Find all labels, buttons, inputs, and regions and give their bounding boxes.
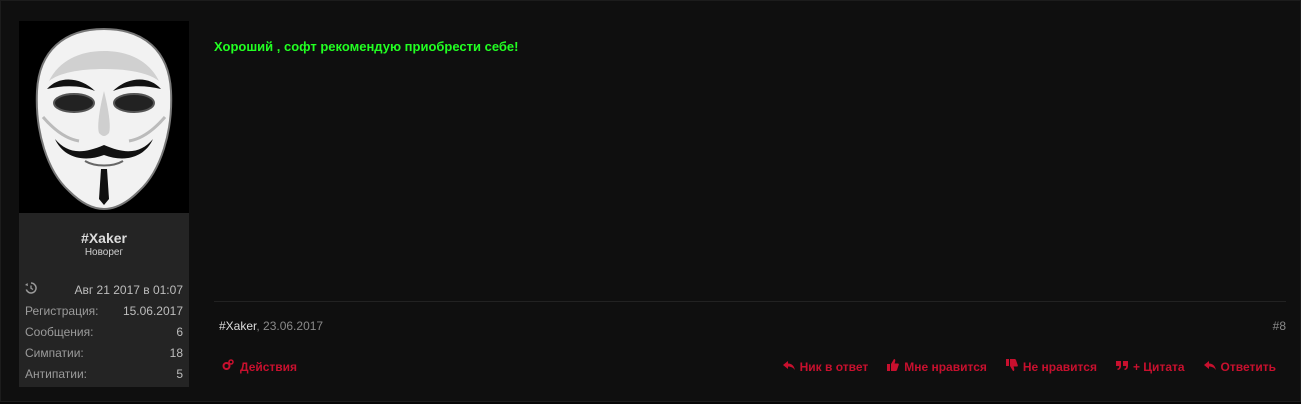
post-number[interactable]: #8 xyxy=(1273,319,1286,333)
like-button[interactable]: Мне нравится xyxy=(887,359,987,374)
quote-icon xyxy=(1115,359,1128,374)
user-stats: Авг 21 2017 в 01:07 Регистрация: 15.06.2… xyxy=(25,279,183,384)
dislike-button[interactable]: Не нравится xyxy=(1005,359,1097,374)
guy-fawkes-mask-avatar-icon xyxy=(35,27,173,211)
user-rank: Новорег xyxy=(84,247,124,258)
reply-label: Ответить xyxy=(1220,359,1276,374)
stat-label: Симпатии: xyxy=(25,345,84,360)
gears-icon xyxy=(222,359,234,374)
thumbs-down-icon xyxy=(1005,359,1018,374)
like-label: Мне нравится xyxy=(904,359,987,374)
stat-messages: Сообщения: 6 xyxy=(25,321,183,342)
post-meta: #Xaker, 23.06.2017 xyxy=(219,319,323,333)
stat-value: 15.06.2017 xyxy=(122,303,183,318)
stat-last-activity: Авг 21 2017 в 01:07 xyxy=(25,279,183,300)
post-container: #Xaker Новорег Авг 21 2017 в 01:07 Регис… xyxy=(0,0,1301,402)
thumbs-up-icon xyxy=(887,359,900,374)
user-avatar[interactable] xyxy=(19,21,189,213)
stat-label: Регистрация: xyxy=(25,303,99,318)
reply-icon xyxy=(1203,359,1216,374)
history-icon xyxy=(25,282,37,297)
divider xyxy=(214,301,1286,302)
quote-label: + Цитата xyxy=(1132,359,1185,374)
tools-button[interactable]: Действия xyxy=(222,359,297,374)
stat-value[interactable]: 6 xyxy=(176,325,183,339)
stat-value: 18 xyxy=(169,345,183,360)
last-activity-value: Авг 21 2017 в 01:07 xyxy=(74,282,183,297)
reply-nick-button[interactable]: Ник в ответ xyxy=(782,359,869,374)
stat-label: Антипатии: xyxy=(25,366,87,381)
stat-dislikes: Антипатии: 5 xyxy=(25,363,183,384)
stat-likes: Симпатии: 18 xyxy=(25,342,183,363)
reply-button[interactable]: Ответить xyxy=(1203,359,1276,374)
stat-registration: Регистрация: 15.06.2017 xyxy=(25,300,183,321)
username[interactable]: #Xaker xyxy=(19,230,189,246)
user-info-block: #Xaker Новорег Авг 21 2017 в 01:07 Регис… xyxy=(19,21,189,387)
post-message: Хороший , софт рекомендую приобрести себ… xyxy=(214,39,519,54)
dislike-label: Не нравится xyxy=(1022,359,1097,374)
post-date[interactable]: , 23.06.2017 xyxy=(256,319,323,333)
stat-value: 5 xyxy=(176,366,183,381)
quote-button[interactable]: + Цитата xyxy=(1115,359,1185,374)
tools-label: Действия xyxy=(240,359,298,374)
reply-nick-label: Ник в ответ xyxy=(799,359,869,374)
stat-label: Сообщения: xyxy=(25,324,94,339)
post-author[interactable]: #Xaker xyxy=(219,319,256,333)
reply-arrow-icon xyxy=(782,359,795,374)
post-actions: Ник в ответ Мне нравится Не нравится + Ц… xyxy=(782,359,1276,374)
